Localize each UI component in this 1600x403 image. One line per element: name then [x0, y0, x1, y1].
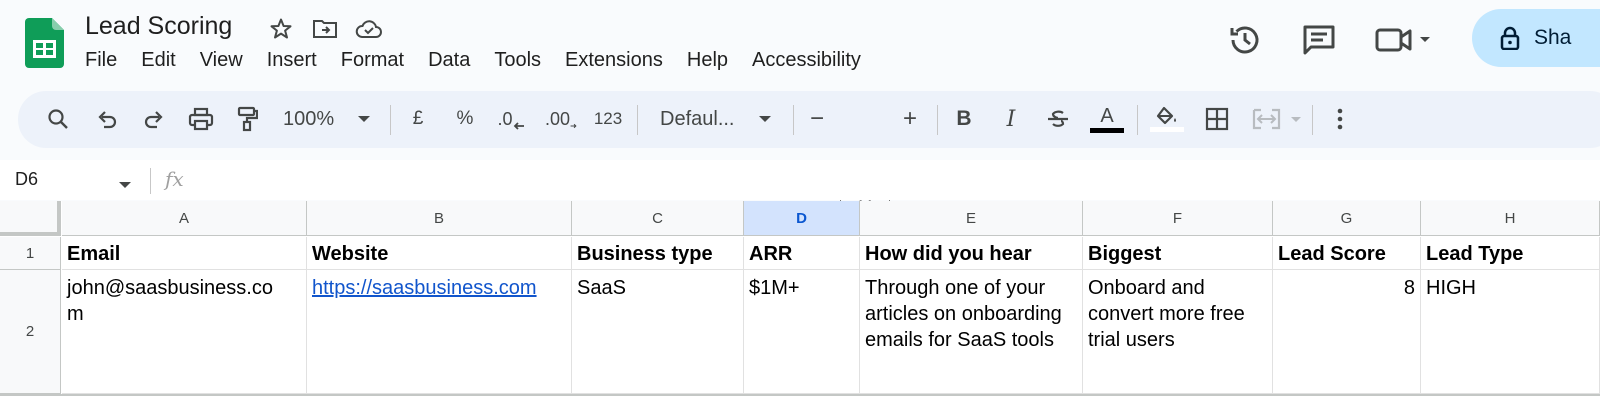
percent-format-button[interactable]: % — [452, 101, 478, 137]
star-icon[interactable] — [266, 14, 296, 44]
name-box-dropdown-icon[interactable] — [118, 176, 132, 194]
cell-h1[interactable]: Lead Type — [1421, 237, 1600, 270]
document-title[interactable]: Lead Scoring — [85, 12, 232, 41]
menu-help[interactable]: Help — [687, 49, 728, 72]
increase-font-size-button[interactable]: + — [898, 101, 922, 137]
menu-view[interactable]: View — [200, 49, 243, 72]
menu-format[interactable]: Format — [341, 49, 404, 72]
decrease-decimal-button[interactable]: .0 — [496, 101, 526, 137]
share-button[interactable]: Sha — [1472, 9, 1600, 67]
cell-d1[interactable]: ARR — [744, 237, 860, 270]
toolbar-divider — [1137, 105, 1138, 135]
column-header-d[interactable]: D — [744, 201, 860, 236]
increase-decimal-label: .00 — [545, 108, 571, 129]
column-header-c[interactable]: C — [572, 201, 744, 236]
undo-icon[interactable] — [93, 101, 121, 137]
fill-color-swatch — [1150, 127, 1184, 132]
italic-button[interactable]: I — [999, 101, 1023, 137]
merge-cells-icon[interactable] — [1250, 101, 1304, 137]
borders-icon[interactable] — [1203, 101, 1231, 137]
toolbar-divider — [937, 105, 938, 135]
fx-icon: fx — [165, 167, 184, 191]
cell-c1[interactable]: Business type — [572, 237, 744, 270]
currency-format-button[interactable]: £ — [405, 101, 431, 137]
toolbar-divider — [390, 105, 391, 135]
column-header-g[interactable]: G — [1273, 201, 1421, 236]
column-header-a[interactable]: A — [62, 201, 307, 236]
toolbar-divider — [637, 105, 638, 135]
arrow-right-icon — [570, 123, 577, 129]
spreadsheet-grid: A B C D E F G H 1 2 Email Website Busine… — [0, 201, 1600, 403]
zoom-value: 100% — [283, 107, 335, 130]
cell-a2[interactable]: john@saasbusiness.co m — [62, 270, 307, 394]
grid-bottom-border — [0, 394, 1600, 396]
select-all-corner[interactable] — [0, 201, 61, 236]
decrease-decimal-label: .0 — [497, 108, 513, 129]
cell-a1[interactable]: Email — [62, 237, 307, 270]
formula-bar: D6 fx — [0, 160, 1600, 200]
font-dropdown-icon[interactable] — [756, 101, 774, 137]
cell-h2[interactable]: HIGH — [1421, 270, 1600, 394]
cell-e1[interactable]: How did you hear — [860, 237, 1083, 270]
column-header-h[interactable]: H — [1421, 201, 1600, 236]
cell-f1[interactable]: Biggest — [1083, 237, 1273, 270]
font-select[interactable]: Defaul... — [660, 101, 745, 137]
increase-decimal-button[interactable]: .00 — [545, 101, 577, 137]
menu-data[interactable]: Data — [428, 49, 470, 72]
cell-e2[interactable]: Through one of your articles on onboardi… — [860, 270, 1083, 394]
meet-icon[interactable] — [1373, 20, 1433, 60]
column-header-e[interactable]: E — [860, 201, 1083, 236]
text-color-label: A — [1100, 104, 1114, 127]
menu-insert[interactable]: Insert — [267, 49, 317, 72]
cell-b1[interactable]: Website — [307, 237, 572, 270]
cell-f2[interactable]: Onboard and convert more free trial user… — [1083, 270, 1273, 394]
menu-edit[interactable]: Edit — [141, 49, 175, 72]
menu-file[interactable]: File — [85, 49, 117, 72]
zoom-select[interactable]: 100% — [283, 101, 343, 137]
cell-d2[interactable]: $1M+ — [744, 270, 860, 394]
formula-input[interactable] — [205, 164, 1595, 196]
lock-icon — [1500, 26, 1520, 50]
cell-b2[interactable]: https://saasbusiness.com — [307, 270, 572, 394]
number-format-button[interactable]: 123 — [592, 101, 624, 137]
decrease-font-size-button[interactable]: − — [805, 101, 829, 137]
text-color-button[interactable]: A — [1090, 101, 1124, 137]
column-header-b[interactable]: B — [307, 201, 572, 236]
share-label: Sha — [1534, 26, 1572, 49]
menu-bar: File Edit View Insert Format Data Tools … — [85, 49, 885, 72]
fill-color-icon[interactable] — [1150, 101, 1184, 137]
menu-tools[interactable]: Tools — [494, 49, 541, 72]
version-history-icon[interactable] — [1225, 20, 1265, 60]
print-icon[interactable] — [186, 101, 216, 137]
font-value: Defaul... — [660, 107, 735, 130]
formula-bar-divider — [150, 168, 151, 194]
cell-c2[interactable]: SaaS — [572, 270, 744, 394]
toolbar-divider — [1312, 105, 1313, 135]
menu-accessibility[interactable]: Accessibility — [752, 49, 861, 72]
cloud-saved-icon[interactable] — [354, 14, 384, 44]
strikethrough-icon[interactable] — [1045, 101, 1071, 137]
move-folder-icon[interactable] — [310, 14, 340, 44]
row-header-2[interactable]: 2 — [0, 270, 61, 394]
text-color-swatch — [1090, 127, 1124, 133]
toolbar-items: 100% £ % .0 .00 123 Defaul... − 11 + B I… — [0, 91, 1600, 227]
name-box[interactable]: D6 — [15, 169, 38, 190]
redo-icon[interactable] — [140, 101, 168, 137]
cell-g2[interactable]: 8 — [1273, 270, 1421, 394]
paint-format-icon[interactable] — [233, 101, 261, 137]
sheets-logo-icon[interactable] — [25, 18, 64, 68]
column-header-f[interactable]: F — [1083, 201, 1273, 236]
comments-icon[interactable] — [1299, 20, 1339, 60]
more-options-icon[interactable] — [1328, 101, 1352, 137]
cell-g1[interactable]: Lead Score — [1273, 237, 1421, 270]
menu-extensions[interactable]: Extensions — [565, 49, 663, 72]
toolbar-divider — [793, 105, 794, 135]
search-icon[interactable] — [44, 101, 72, 137]
arrow-left-icon — [513, 122, 524, 130]
bold-button[interactable]: B — [952, 101, 976, 137]
zoom-dropdown-icon[interactable] — [354, 101, 374, 137]
title-bar: Lead Scoring File Edit View Insert Forma… — [0, 0, 1600, 88]
row-header-1[interactable]: 1 — [0, 237, 61, 270]
